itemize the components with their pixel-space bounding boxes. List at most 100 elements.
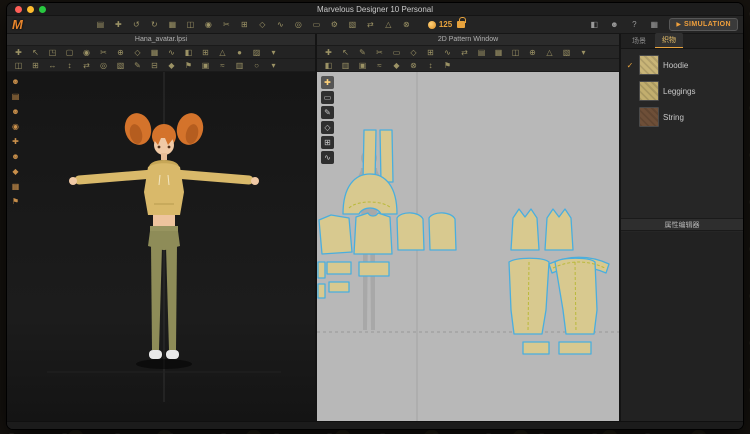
avatar-mode-icon[interactable]: ☻ bbox=[8, 75, 23, 88]
tool-icon[interactable]: ▥ bbox=[338, 59, 353, 71]
pattern-tool-icon[interactable]: ✚ bbox=[321, 76, 334, 89]
tool-icon[interactable]: ≈ bbox=[372, 59, 387, 71]
tool-icon[interactable]: ◫ bbox=[508, 46, 523, 58]
tool-icon[interactable]: ▦ bbox=[165, 19, 180, 31]
coin-balance[interactable]: 125 bbox=[428, 20, 452, 29]
lock-icon[interactable] bbox=[457, 21, 465, 28]
maximize-button[interactable] bbox=[39, 6, 46, 13]
tool-icon[interactable]: ↺ bbox=[129, 19, 144, 31]
tool-icon[interactable]: ✂ bbox=[96, 46, 111, 58]
tool-icon[interactable]: ▣ bbox=[198, 59, 213, 71]
tab-scene[interactable]: 场景 bbox=[625, 34, 653, 48]
pattern-tool-icon[interactable]: ✎ bbox=[321, 106, 334, 119]
tool-icon[interactable]: ∿ bbox=[440, 46, 455, 58]
tool-icon[interactable]: ⊗ bbox=[406, 59, 421, 71]
avatar-mode-icon[interactable]: ☻ bbox=[8, 105, 23, 118]
tool-icon[interactable]: ⊗ bbox=[399, 19, 414, 31]
tool-icon[interactable]: ◇ bbox=[255, 19, 270, 31]
fabric-list-item[interactable]: ✓ Hoodie bbox=[621, 52, 743, 78]
tool-icon[interactable]: ▥ bbox=[232, 59, 247, 71]
tool-icon[interactable]: ⇄ bbox=[457, 46, 472, 58]
tool-icon[interactable]: ◳ bbox=[45, 46, 60, 58]
tool-icon[interactable]: ◆ bbox=[389, 59, 404, 71]
tool-icon[interactable]: △ bbox=[381, 19, 396, 31]
tool-icon[interactable]: ◫ bbox=[11, 59, 26, 71]
tool-icon[interactable]: ↖ bbox=[28, 46, 43, 58]
tool-icon[interactable]: ⇄ bbox=[79, 59, 94, 71]
tool-icon[interactable]: ● bbox=[232, 46, 247, 58]
tool-icon[interactable]: ▭ bbox=[389, 46, 404, 58]
tool-icon[interactable]: ◧ bbox=[181, 46, 196, 58]
top-right-icon[interactable]: ◧ bbox=[587, 19, 601, 31]
tool-icon[interactable]: ◎ bbox=[291, 19, 306, 31]
tool-icon[interactable]: ⊕ bbox=[113, 46, 128, 58]
tool-icon[interactable]: ↻ bbox=[147, 19, 162, 31]
top-right-icon[interactable]: ? bbox=[627, 19, 641, 31]
tool-icon[interactable]: ✂ bbox=[372, 46, 387, 58]
avatar-mode-icon[interactable]: ⚑ bbox=[8, 195, 23, 208]
tool-icon[interactable]: ◆ bbox=[164, 59, 179, 71]
tool-icon[interactable]: ◎ bbox=[96, 59, 111, 71]
tool-icon[interactable]: ◧ bbox=[321, 59, 336, 71]
fabric-list-item[interactable]: String bbox=[621, 104, 743, 130]
tool-icon[interactable]: ▦ bbox=[147, 46, 162, 58]
avatar-mode-icon[interactable]: ▤ bbox=[8, 90, 23, 103]
tool-icon[interactable]: ⇄ bbox=[363, 19, 378, 31]
tool-icon[interactable]: ▢ bbox=[62, 46, 77, 58]
avatar-mode-icon[interactable]: ✚ bbox=[8, 135, 23, 148]
tool-icon[interactable]: ◇ bbox=[130, 46, 145, 58]
tool-icon[interactable]: ↕ bbox=[62, 59, 77, 71]
tool-icon[interactable]: ✚ bbox=[111, 19, 126, 31]
tool-icon[interactable]: ⊞ bbox=[198, 46, 213, 58]
tool-icon[interactable]: ⚙ bbox=[327, 19, 342, 31]
tool-icon[interactable]: ≈ bbox=[215, 59, 230, 71]
title-bar[interactable]: Marvelous Designer 10 Personal bbox=[7, 3, 743, 16]
tool-icon[interactable]: ▾ bbox=[266, 59, 281, 71]
tool-icon[interactable]: ⊞ bbox=[237, 19, 252, 31]
pattern-2d-tab[interactable]: 2D Pattern Window bbox=[317, 34, 619, 46]
pattern-tool-icon[interactable]: ∿ bbox=[321, 151, 334, 164]
top-right-icon[interactable]: ☻ bbox=[607, 19, 621, 31]
tool-icon[interactable]: ⚑ bbox=[440, 59, 455, 71]
tool-icon[interactable]: ▧ bbox=[113, 59, 128, 71]
pattern-tool-icon[interactable]: ◇ bbox=[321, 121, 334, 134]
tool-icon[interactable]: ⊞ bbox=[28, 59, 43, 71]
tool-icon[interactable]: △ bbox=[542, 46, 557, 58]
viewport-3d-canvas[interactable]: ☻ ▤ ☻ ◉ ✚ ☻ ◆ ▦ ⚑ bbox=[7, 72, 315, 421]
close-button[interactable] bbox=[15, 6, 22, 13]
tool-icon[interactable]: ◉ bbox=[79, 46, 94, 58]
tool-icon[interactable]: ▾ bbox=[576, 46, 591, 58]
tool-icon[interactable]: ✎ bbox=[130, 59, 145, 71]
top-right-icon[interactable]: ▦ bbox=[647, 19, 661, 31]
tool-icon[interactable]: ✚ bbox=[321, 46, 336, 58]
avatar-mode-icon[interactable]: ◉ bbox=[8, 120, 23, 133]
tool-icon[interactable]: ↖ bbox=[338, 46, 353, 58]
tool-icon[interactable]: ▤ bbox=[93, 19, 108, 31]
tool-icon[interactable]: ⊞ bbox=[423, 46, 438, 58]
avatar-mode-icon[interactable]: ▦ bbox=[8, 180, 23, 193]
tool-icon[interactable]: ▨ bbox=[249, 46, 264, 58]
tool-icon[interactable]: ◉ bbox=[201, 19, 216, 31]
tool-icon[interactable]: ⊟ bbox=[147, 59, 162, 71]
pattern-tool-icon[interactable]: ⊞ bbox=[321, 136, 334, 149]
fabric-list-item[interactable]: Leggings bbox=[621, 78, 743, 104]
tool-icon[interactable]: ▣ bbox=[355, 59, 370, 71]
minimize-button[interactable] bbox=[27, 6, 34, 13]
avatar-mode-icon[interactable]: ☻ bbox=[8, 150, 23, 163]
tool-icon[interactable]: ▭ bbox=[309, 19, 324, 31]
tool-icon[interactable]: ⊕ bbox=[525, 46, 540, 58]
tool-icon[interactable]: ✚ bbox=[11, 46, 26, 58]
tool-icon[interactable]: ▦ bbox=[491, 46, 506, 58]
avatar-mode-icon[interactable]: ◆ bbox=[8, 165, 23, 178]
tool-icon[interactable]: ∿ bbox=[164, 46, 179, 58]
tool-icon[interactable]: ↔ bbox=[45, 59, 60, 71]
tool-icon[interactable]: △ bbox=[215, 46, 230, 58]
pattern-2d-canvas[interactable]: ✚ ▭ ✎ ◇ ⊞ ∿ bbox=[317, 72, 619, 421]
simulation-button[interactable]: ▶ SIMULATION bbox=[669, 18, 738, 31]
tool-icon[interactable]: ✂ bbox=[219, 19, 234, 31]
viewport-3d-tab[interactable]: Hana_avatar.lpsi bbox=[7, 34, 315, 46]
pattern-tool-icon[interactable]: ▭ bbox=[321, 91, 334, 104]
tool-icon[interactable]: ▤ bbox=[474, 46, 489, 58]
tool-icon[interactable]: ▧ bbox=[559, 46, 574, 58]
tool-icon[interactable]: ∿ bbox=[273, 19, 288, 31]
